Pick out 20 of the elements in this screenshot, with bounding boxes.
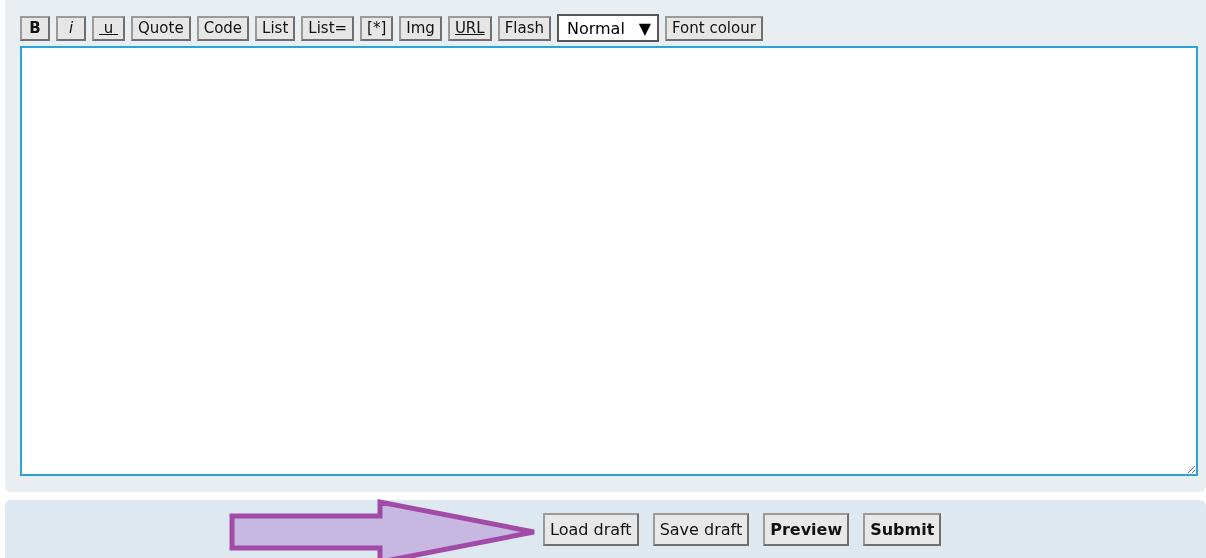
format-button[interactable]: List=: [301, 15, 355, 41]
format-button[interactable]: Quote: [131, 15, 191, 41]
format-button[interactable]: Code: [196, 15, 250, 41]
format-button[interactable]: Font colour: [664, 15, 763, 41]
caret-icon: ▼: [638, 18, 652, 38]
format-button[interactable]: i: [56, 15, 86, 41]
format-button[interactable]: Flash: [497, 15, 551, 41]
action-button[interactable]: Load draft: [543, 512, 639, 546]
format-button[interactable]: Img: [399, 15, 442, 41]
format-button[interactable]: u: [92, 15, 126, 41]
format-button[interactable]: URL: [447, 15, 492, 41]
format-button[interactable]: List: [255, 15, 296, 41]
format-button[interactable]: [*]: [360, 15, 394, 41]
message-field[interactable]: [20, 46, 1198, 476]
action-button[interactable]: Submit: [863, 512, 942, 546]
action-button[interactable]: Save draft: [652, 512, 750, 546]
select-value: Normal: [566, 18, 625, 38]
action-button[interactable]: Preview: [763, 512, 850, 546]
size-select[interactable]: Normal ▼: [556, 14, 659, 42]
format-button[interactable]: B: [20, 15, 50, 41]
